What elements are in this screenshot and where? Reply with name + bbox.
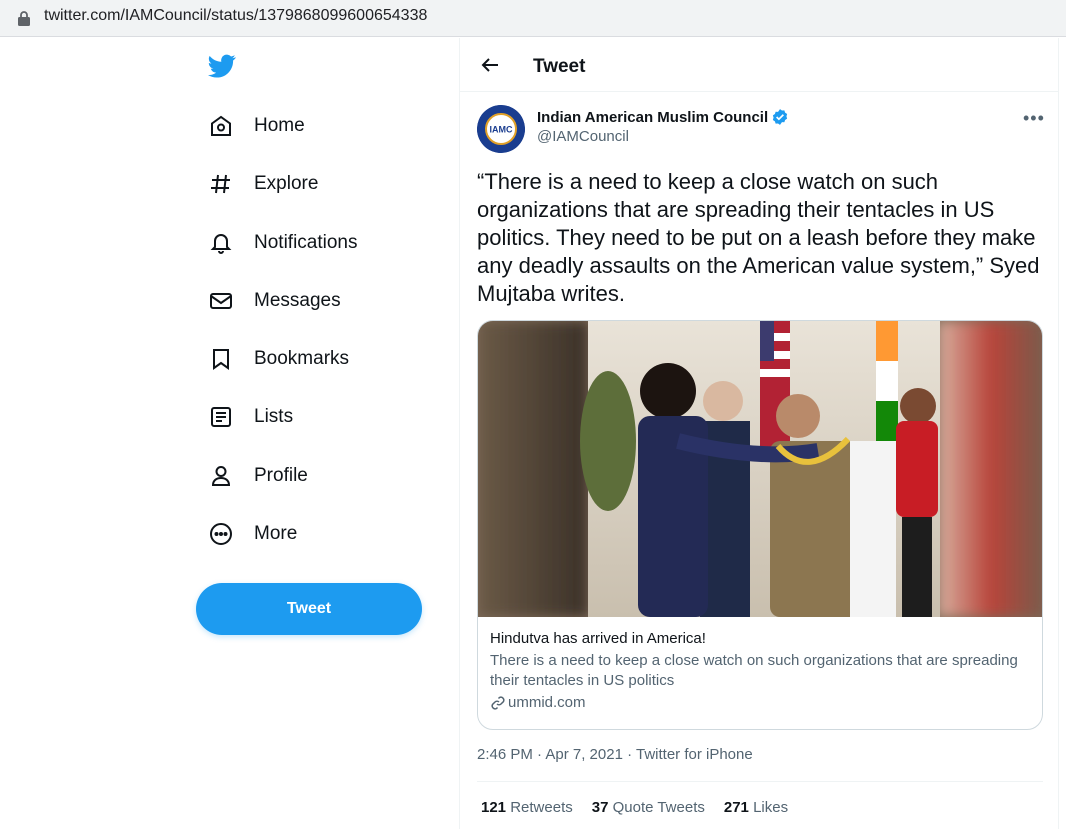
- sidebar-item-lists[interactable]: Lists: [196, 392, 293, 442]
- lock-icon: [18, 11, 30, 26]
- retweets-label: Retweets: [510, 799, 573, 816]
- sidebar-item-label: Explore: [254, 173, 319, 194]
- author-name[interactable]: Indian American Muslim Council: [537, 109, 768, 126]
- bell-icon: [208, 230, 234, 256]
- likes-count: 271: [723, 799, 749, 816]
- avatar[interactable]: IAMC: [477, 105, 525, 153]
- hashtag-icon: [208, 171, 234, 197]
- card-image[interactable]: [478, 321, 1042, 617]
- more-options-icon[interactable]: •••: [1023, 108, 1045, 129]
- sidebar-item-label: Lists: [254, 406, 294, 427]
- sidebar-item-label: Profile: [254, 465, 308, 486]
- card-body[interactable]: Hindutva has arrived in America! There i…: [478, 617, 1042, 713]
- quote-tweets-stat[interactable]: 37 Quote Tweets: [592, 799, 705, 816]
- bookmark-icon: [208, 346, 234, 372]
- sidebar-item-label: Messages: [254, 290, 341, 311]
- quotes-label: Quote Tweets: [612, 799, 705, 816]
- author-name-row[interactable]: Indian American Muslim Council: [537, 108, 789, 126]
- sidebar-nav: Home Explore Notifications Messages Book…: [0, 38, 460, 829]
- more-circle-icon: [208, 521, 234, 547]
- tweet-stats: 121 Retweets 37 Quote Tweets 271 Likes: [481, 799, 788, 816]
- page-header: Tweet: [460, 38, 1058, 92]
- tweet-detail-column: Tweet IAMC Indian American Muslim Counci…: [459, 38, 1059, 829]
- card-domain: ummid.com: [490, 693, 1030, 713]
- sidebar-item-explore[interactable]: Explore: [196, 159, 318, 209]
- sidebar-item-notifications[interactable]: Notifications: [196, 218, 358, 268]
- home-icon: [208, 113, 234, 139]
- sidebar-item-bookmarks[interactable]: Bookmarks: [196, 334, 349, 384]
- link-icon: [491, 696, 505, 710]
- quotes-count: 37: [591, 799, 609, 816]
- card-title: Hindutva has arrived in America!: [490, 630, 706, 647]
- page-title: Tweet: [533, 56, 586, 77]
- sidebar-item-messages[interactable]: Messages: [196, 276, 341, 326]
- retweets-stat[interactable]: 121 Retweets: [481, 799, 573, 816]
- sidebar-item-label: More: [254, 523, 298, 544]
- twitter-logo-icon[interactable]: [206, 52, 238, 80]
- browser-address-bar[interactable]: twitter.com/IAMCouncil/status/1379868099…: [0, 0, 1066, 37]
- divider: [477, 781, 1043, 782]
- card-domain-text: ummid.com: [508, 694, 586, 711]
- url-text[interactable]: twitter.com/IAMCouncil/status/1379868099…: [44, 6, 427, 26]
- link-preview-card[interactable]: Hindutva has arrived in America! There i…: [477, 320, 1043, 730]
- likes-label: Likes: [753, 799, 789, 816]
- person-icon: [208, 463, 234, 489]
- sidebar-item-label: Bookmarks: [254, 348, 350, 369]
- likes-stat[interactable]: 271 Likes: [724, 799, 788, 816]
- back-arrow-icon[interactable]: [480, 55, 500, 75]
- retweets-count: 121: [481, 799, 507, 816]
- envelope-icon: [208, 288, 234, 314]
- sidebar-item-more[interactable]: More: [196, 509, 297, 559]
- sidebar-item-home[interactable]: Home: [196, 101, 305, 151]
- tweet-timestamp[interactable]: 2:46 PM · Apr 7, 2021 · Twitter for iPho…: [477, 746, 753, 763]
- compose-tweet-button[interactable]: Tweet: [196, 583, 422, 635]
- avatar-logo-text: IAMC: [490, 125, 513, 135]
- list-icon: [208, 404, 234, 430]
- card-description: There is a need to keep a close watch on…: [490, 652, 1018, 689]
- sidebar-item-label: Notifications: [254, 232, 358, 253]
- author-handle[interactable]: @IAMCouncil: [537, 128, 629, 145]
- tweet-text: “There is a need to keep a close watch o…: [477, 169, 1040, 306]
- sidebar-item-profile[interactable]: Profile: [196, 451, 308, 501]
- sidebar-item-label: Home: [254, 115, 305, 136]
- verified-badge-icon: [773, 109, 788, 125]
